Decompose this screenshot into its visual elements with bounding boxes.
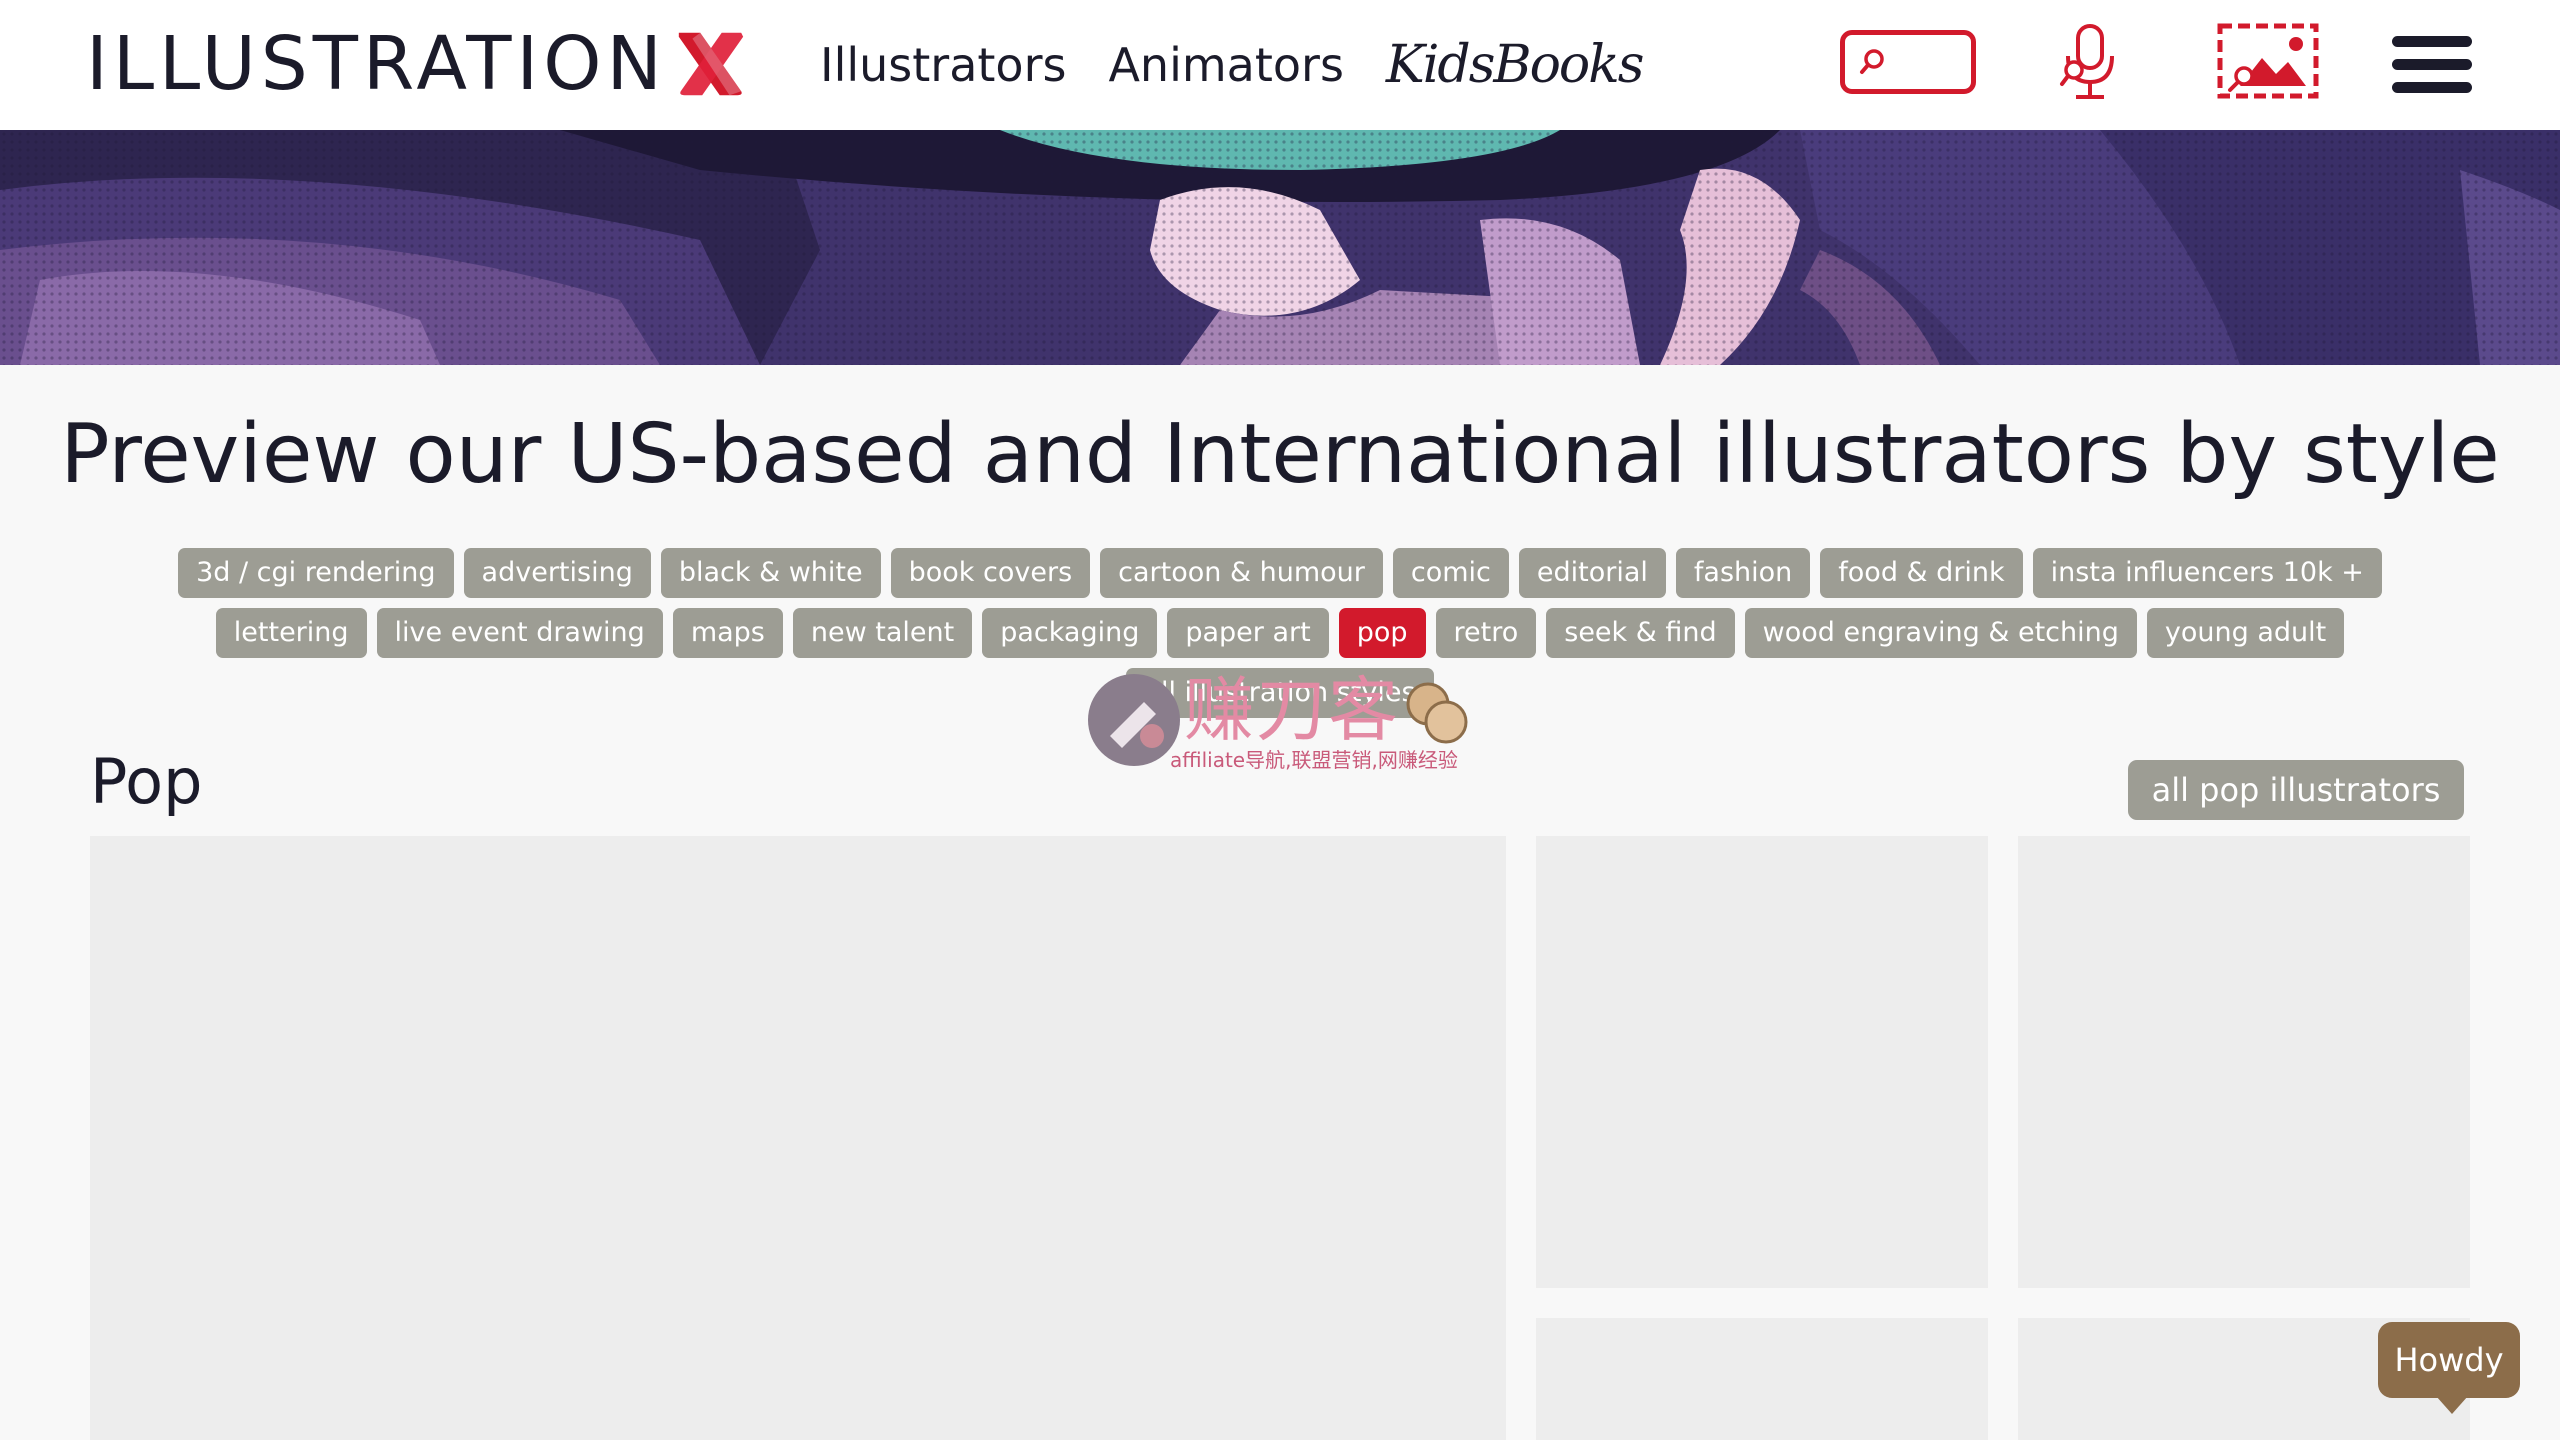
hero-illustration [0, 130, 2560, 365]
tag-food-drink[interactable]: food & drink [1820, 548, 2023, 598]
search-icon [1860, 49, 1884, 74]
featured-artwork-card[interactable] [90, 836, 1506, 1440]
howdy-chat-button[interactable]: Howdy [2378, 1322, 2520, 1398]
tag-retro[interactable]: retro [1435, 608, 1537, 658]
tag-maps[interactable]: maps [672, 608, 783, 658]
tag-new-talent[interactable]: new talent [792, 608, 973, 658]
artwork-card[interactable] [1536, 1318, 1988, 1440]
tag-paper-art[interactable]: paper art [1167, 608, 1329, 658]
tag-comic[interactable]: comic [1392, 548, 1509, 598]
chat-bubble-tail [2436, 1396, 2468, 1414]
search-box[interactable] [1840, 30, 1976, 94]
artwork-card[interactable] [2018, 836, 2470, 1288]
all-pop-illustrators-button[interactable]: all pop illustrators [2128, 760, 2464, 820]
hero-banner [0, 130, 2560, 365]
image-search-icon[interactable] [2216, 22, 2320, 102]
section-title-pop: Pop [90, 745, 203, 818]
tag-book-covers[interactable]: book covers [890, 548, 1091, 598]
tag-seek-find[interactable]: seek & find [1546, 608, 1735, 658]
tag-editorial[interactable]: editorial [1518, 548, 1666, 598]
site-header: ILLUSTRATION Illustrators Animators Kids… [0, 0, 2560, 131]
nav-illustrators[interactable]: Illustrators [820, 30, 1066, 100]
search-input[interactable] [1887, 44, 1961, 80]
microphone-icon[interactable] [2058, 22, 2120, 102]
menu-icon[interactable] [2392, 36, 2472, 94]
tag-pop[interactable]: pop [1338, 608, 1426, 658]
coins-icon [1406, 682, 1468, 744]
tag-fashion[interactable]: fashion [1675, 548, 1811, 598]
artwork-card[interactable] [1536, 836, 1988, 1288]
page-title: Preview our US-based and International i… [60, 407, 2500, 502]
x-logo-icon [678, 32, 744, 96]
watermark-subtitle: affiliate导航,联盟营销,网赚经验 [1170, 748, 1458, 772]
tag-3d-cgi-rendering[interactable]: 3d / cgi rendering [178, 548, 454, 598]
tag-wood-engraving-etching[interactable]: wood engraving & etching [1744, 608, 2137, 658]
nav-animators[interactable]: Animators [1108, 30, 1343, 100]
logo-text: ILLUSTRATION [86, 21, 667, 107]
watermark-title: 赚刀客 [1184, 669, 1400, 751]
tag-live-event-drawing[interactable]: live event drawing [376, 608, 663, 658]
tag-insta-influencers[interactable]: insta influencers 10k + [2032, 548, 2382, 598]
watermark-logo-icon [1088, 674, 1180, 766]
main-nav: Illustrators Animators KidsBooks [820, 30, 1644, 100]
tag-packaging[interactable]: packaging [982, 608, 1158, 658]
tag-cartoon-humour[interactable]: cartoon & humour [1100, 548, 1383, 598]
watermark-overlay: 赚刀客 affiliate导航,联盟营销,网赚经验 [1086, 668, 1476, 774]
site-logo[interactable]: ILLUSTRATION [86, 22, 749, 106]
tag-black-white[interactable]: black & white [660, 548, 881, 598]
nav-kidsbooks[interactable]: KidsBooks [1386, 30, 1644, 100]
tag-lettering[interactable]: lettering [215, 608, 367, 658]
tag-young-adult[interactable]: young adult [2146, 608, 2345, 658]
tag-advertising[interactable]: advertising [463, 548, 651, 598]
